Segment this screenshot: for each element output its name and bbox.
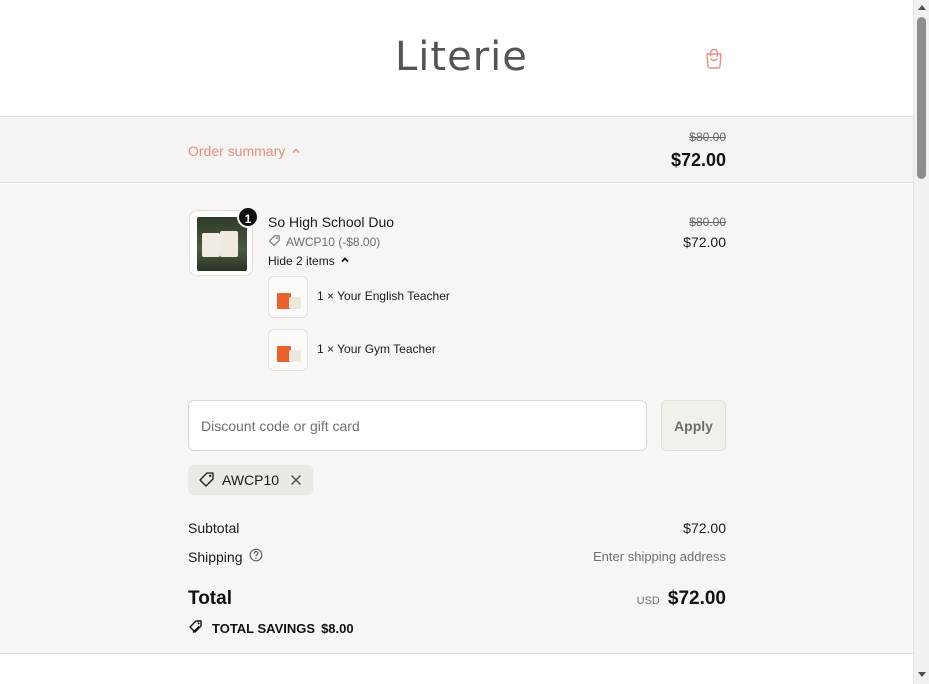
store-logo[interactable]: Literie xyxy=(395,34,528,80)
applied-discount-chip: AWCP10 xyxy=(188,465,314,495)
shipping-label: Shipping xyxy=(188,548,243,565)
order-summary-bar: Order summary $80.00 $72.00 xyxy=(0,118,913,183)
bundle-item: 1 × Your English Teacher xyxy=(268,276,568,318)
total-currency: USD xyxy=(636,595,660,607)
savings-tag-icon xyxy=(188,619,206,638)
bundle-item-label: 1 × Your English Teacher xyxy=(317,289,450,303)
chevron-up-icon xyxy=(291,143,301,159)
total-value-group: USD $72.00 xyxy=(637,588,726,610)
subtotal-label: Subtotal xyxy=(188,520,240,536)
store-header: Literie xyxy=(0,0,913,117)
help-icon[interactable] xyxy=(249,548,263,565)
bundle-item-thumbnail xyxy=(268,329,308,371)
shipping-row-label: Shipping xyxy=(188,548,263,565)
subtotal-value: $72.00 xyxy=(683,520,726,536)
tag-icon xyxy=(268,234,281,250)
product-name: So High School Duo xyxy=(268,214,395,230)
order-summary-toggle[interactable]: Order summary xyxy=(188,143,301,159)
quantity-badge: 1 xyxy=(237,206,259,228)
bundle-item-thumbnail xyxy=(268,276,308,318)
hide-items-toggle[interactable]: Hide 2 items xyxy=(268,254,350,268)
scroll-down-icon[interactable] xyxy=(918,672,926,677)
summary-price: $72.00 xyxy=(670,150,726,170)
total-amount: $72.00 xyxy=(667,588,726,609)
bundle-item: 1 × Your Gym Teacher xyxy=(268,329,568,371)
order-summary-panel: 1 So High School Duo AWCP10 (-$8.00) Hid… xyxy=(0,184,913,654)
tag-icon xyxy=(198,470,216,491)
total-savings-label: TOTAL SAVINGS xyxy=(212,621,316,636)
applied-discount-code: AWCP10 xyxy=(222,472,280,488)
remove-discount-icon[interactable] xyxy=(289,473,303,487)
page-scrollbar[interactable] xyxy=(913,0,929,684)
order-summary-label: Order summary xyxy=(188,143,286,159)
product-original-price: $80.00 xyxy=(689,215,726,229)
total-label: Total xyxy=(188,588,232,609)
hide-items-label: Hide 2 items xyxy=(268,254,335,268)
scrollbar-thumb[interactable] xyxy=(917,17,926,179)
product-discount: AWCP10 (-$8.00) xyxy=(268,234,380,250)
bundle-item-label: 1 × Your Gym Teacher xyxy=(317,342,436,356)
product-price: $72.00 xyxy=(683,234,726,250)
discount-code-input[interactable] xyxy=(188,400,647,451)
apply-button[interactable]: Apply xyxy=(661,400,726,451)
summary-original-price: $80.00 xyxy=(689,130,726,144)
total-savings: TOTAL SAVINGS $8.00 xyxy=(188,619,354,638)
chevron-up-icon xyxy=(340,254,350,268)
shipping-value: Enter shipping address xyxy=(593,549,726,564)
scroll-up-icon[interactable] xyxy=(918,5,926,10)
product-discount-label: AWCP10 (-$8.00) xyxy=(286,235,381,249)
total-savings-value: $8.00 xyxy=(321,621,354,636)
shopping-bag-icon[interactable] xyxy=(703,47,725,69)
